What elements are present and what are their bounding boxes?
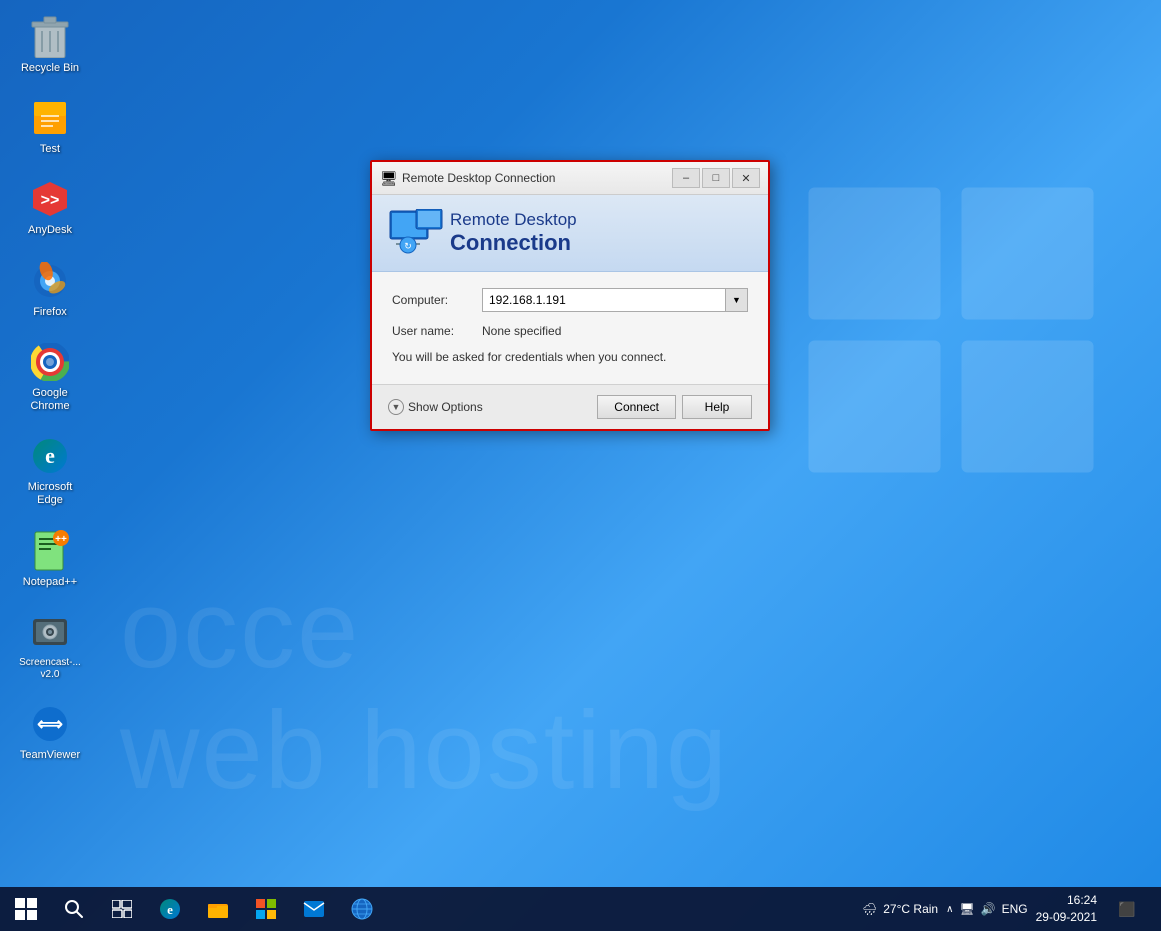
svg-text:++: ++ [55,534,67,545]
dialog-header: ↻ Remote Desktop Connection [372,195,768,272]
tray-expand[interactable]: ∧ [946,904,953,915]
windows-logo-watermark [801,180,1101,480]
google-chrome-image [29,341,71,383]
dialog-controls: – □ ✕ [672,168,760,188]
computer-field-row: Computer: ▼ [392,288,748,312]
dialog-title-left: 🖥 Remote Desktop Connection [380,170,555,186]
recycle-bin-image [29,16,71,58]
taskbar-weather[interactable]: 🌧 27°C Rain [862,902,938,916]
microsoft-edge-image: e [29,435,71,477]
teamviewer-label: TeamViewer [20,749,80,762]
computer-label: Computer: [392,293,482,307]
dialog-header-line2: Connection [450,230,577,256]
weather-icon: 🌧 [862,902,877,916]
taskbar-mail-btn[interactable] [292,887,336,931]
clock-date: 29-09-2021 [1036,909,1097,926]
dialog-close-btn[interactable]: ✕ [732,168,760,188]
clock-time: 16:24 [1036,892,1097,909]
dialog-title-text: Remote Desktop Connection [402,171,555,185]
taskbar-store-btn[interactable] [244,887,288,931]
taskbar-tray: ∧ 🖥 🔊 ENG [946,902,1028,916]
svg-text:e: e [45,443,55,468]
screencast-icon[interactable]: Screencast-... v2.0 [10,605,90,687]
remote-desktop-dialog: 🖥 Remote Desktop Connection – □ ✕ ↻ [370,160,770,431]
notepadpp-icon[interactable]: ++ Notepad++ [10,524,90,595]
anydesk-image: >> [29,178,71,220]
language-indicator[interactable]: ENG [1002,902,1028,916]
show-options-label: Show Options [408,400,483,414]
taskbar-right: 🌧 27°C Rain ∧ 🖥 🔊 ENG 16:24 29-09-2021 ⬛ [862,887,1157,931]
microsoft-edge-label: Microsoft Edge [14,481,86,507]
screencast-image [29,611,71,653]
dialog-header-icon: ↻ [388,209,436,257]
weather-text: 27°C Rain [883,902,938,916]
taskbar-explorer-btn[interactable] [196,887,240,931]
dialog-buttons: Connect Help [597,395,752,419]
notepadpp-label: Notepad++ [23,576,77,589]
svg-text:>>: >> [41,192,60,209]
info-text: You will be asked for credentials when y… [392,350,748,364]
username-label: User name: [392,324,482,338]
notification-icon: ⬛ [1118,901,1135,918]
firefox-label: Firefox [33,306,67,319]
show-options-icon: ▼ [388,399,404,415]
dialog-title-icon: 🖥 [380,170,396,186]
recycle-bin-icon[interactable]: Recycle Bin [10,10,90,81]
show-options-btn[interactable]: ▼ Show Options [388,399,483,415]
firefox-icon[interactable]: Firefox [10,254,90,325]
connect-button[interactable]: Connect [597,395,676,419]
microsoft-edge-icon[interactable]: e Microsoft Edge [10,429,90,513]
teamviewer-icon[interactable]: ⟺ TeamViewer [10,697,90,768]
dialog-body: Computer: ▼ User name: None specified Yo… [372,272,768,384]
test-label: Test [40,143,60,156]
anydesk-icon[interactable]: >> AnyDesk [10,172,90,243]
taskbar-left: e [4,887,384,931]
test-image [29,97,71,139]
google-chrome-label: Google Chrome [14,387,86,413]
help-button[interactable]: Help [682,395,752,419]
firefox-image [29,260,71,302]
svg-text:⟺: ⟺ [37,714,63,734]
dialog-header-text: Remote Desktop Connection [450,210,577,256]
dialog-header-line1: Remote Desktop [450,210,577,230]
dialog-titlebar: 🖥 Remote Desktop Connection – □ ✕ [372,162,768,195]
recycle-bin-label: Recycle Bin [21,62,79,75]
tray-network[interactable]: 🖥 [959,902,974,916]
anydesk-label: AnyDesk [28,224,72,237]
teamviewer-image: ⟺ [29,703,71,745]
desktop-watermark: occe web hosting [120,569,1161,811]
dialog-minimize-btn[interactable]: – [672,168,700,188]
google-chrome-icon[interactable]: Google Chrome [10,335,90,419]
username-value: None specified [482,324,561,338]
taskbar-globe-btn[interactable] [340,887,384,931]
computer-input-wrap: ▼ [482,288,748,312]
dialog-footer: ▼ Show Options Connect Help [372,384,768,429]
username-field-row: User name: None specified [392,324,748,338]
search-button[interactable] [52,887,96,931]
svg-text:e: e [167,902,173,917]
computer-input[interactable] [482,288,726,312]
computer-dropdown-btn[interactable]: ▼ [726,288,748,312]
taskbar-clock[interactable]: 16:24 29-09-2021 [1036,892,1097,926]
test-icon[interactable]: Test [10,91,90,162]
task-view-button[interactable] [100,887,144,931]
taskbar: e [0,887,1161,931]
notepadpp-image: ++ [29,530,71,572]
screencast-label: Screencast-... v2.0 [19,657,81,681]
desktop-icons: Recycle Bin Test >> AnyDesk [10,10,90,768]
dialog-restore-btn[interactable]: □ [702,168,730,188]
start-button[interactable] [4,887,48,931]
notification-button[interactable]: ⬛ [1105,887,1149,931]
taskbar-edge-btn[interactable]: e [148,887,192,931]
tray-sound[interactable]: 🔊 [981,902,996,916]
svg-text:↻: ↻ [404,241,412,251]
